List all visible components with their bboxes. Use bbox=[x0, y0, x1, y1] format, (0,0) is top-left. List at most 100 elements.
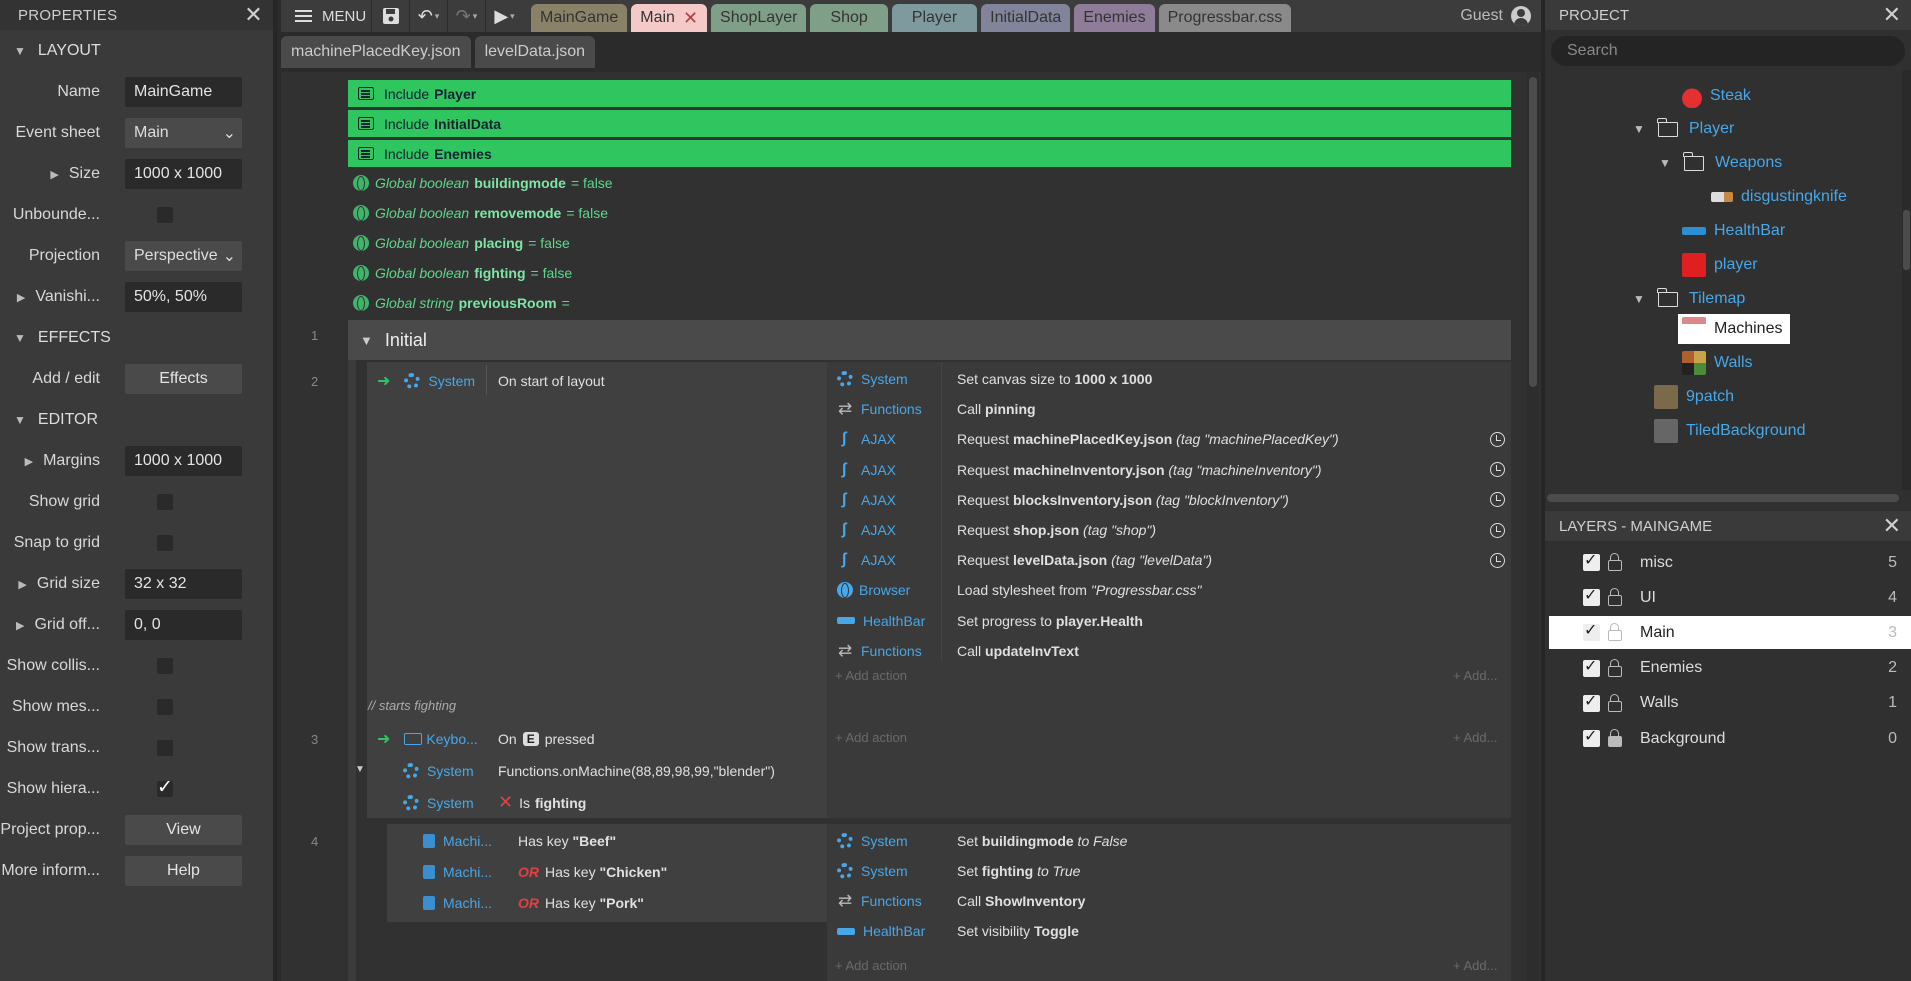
global-var-row[interactable]: Global boolean removemode = false bbox=[353, 201, 608, 225]
layer-row[interactable]: Main 3 bbox=[1549, 616, 1911, 650]
tree-hscrollbar[interactable] bbox=[1547, 494, 1899, 502]
section-editor[interactable]: ▼ EDITOR bbox=[0, 399, 273, 440]
tab-enemies[interactable]: Enemies bbox=[1074, 4, 1155, 32]
collapse-triangle-icon[interactable]: ▼ bbox=[360, 333, 373, 348]
tree-item-player[interactable]: player bbox=[1682, 250, 1758, 280]
tree-item-9patch[interactable]: 9patch bbox=[1654, 382, 1734, 412]
global-var-row[interactable]: Global boolean fighting = false bbox=[353, 261, 572, 285]
tree-item-walls[interactable]: Walls bbox=[1682, 348, 1753, 378]
expand-icon[interactable]: ▶ bbox=[25, 456, 33, 468]
action-row[interactable]: ⇄ Functions Call ShowInventory bbox=[827, 886, 1511, 916]
expand-triangle-icon[interactable]: ▼ bbox=[1633, 122, 1645, 136]
expand-icon[interactable]: ▶ bbox=[17, 292, 25, 304]
showgrid-checkbox[interactable] bbox=[157, 493, 173, 510]
section-layout[interactable]: ▼ LAYOUT bbox=[0, 30, 273, 71]
global-var-row[interactable]: Global boolean buildingmode = false bbox=[353, 171, 613, 195]
effects-button[interactable]: Effects bbox=[125, 363, 242, 394]
section-effects[interactable]: ▼ EFFECTS bbox=[0, 317, 273, 358]
tab-progressbar-css[interactable]: Progressbar.css bbox=[1158, 4, 1292, 32]
condition-row[interactable]: ➜ System bbox=[377, 366, 475, 395]
margins-field[interactable]: 1000 x 1000 bbox=[125, 445, 242, 476]
unbounded-checkbox[interactable] bbox=[157, 206, 173, 223]
layer-visible-checkbox[interactable] bbox=[1583, 550, 1600, 571]
showcollision-checkbox[interactable] bbox=[157, 657, 173, 674]
group-initial[interactable]: ▼ Initial bbox=[348, 320, 1511, 360]
undo-icon[interactable]: ↶ ▾ bbox=[409, 0, 447, 32]
global-var-row[interactable]: Global string previousRoom = bbox=[353, 291, 570, 315]
sheet-scrollbar[interactable] bbox=[1527, 72, 1539, 981]
tree-item-healthbar[interactable]: HealthBar bbox=[1682, 216, 1785, 246]
lock-icon[interactable] bbox=[1608, 693, 1622, 712]
tree-item-steak[interactable]: Steak bbox=[1682, 81, 1751, 111]
tab-initialdata[interactable]: InitialData bbox=[981, 4, 1071, 32]
showmesh-checkbox[interactable] bbox=[157, 698, 173, 715]
tab-maingame[interactable]: MainGame bbox=[531, 4, 628, 32]
include-row[interactable]: Include InitialData bbox=[348, 110, 1511, 137]
layer-row[interactable]: UI 4 bbox=[1549, 581, 1911, 614]
action-row[interactable]: System Set canvas size to 1000 x 1000 bbox=[827, 364, 1511, 394]
tab-main[interactable]: Main ✕ bbox=[631, 4, 708, 32]
tree-item-tiledbackground[interactable]: TiledBackground bbox=[1654, 416, 1805, 446]
close-icon[interactable]: ✕ bbox=[1883, 4, 1901, 26]
add-more-link[interactable]: + Add... bbox=[1453, 668, 1497, 683]
action-row[interactable]: ⇄ Functions Call updateInvText bbox=[827, 636, 1511, 666]
snap-checkbox[interactable] bbox=[157, 534, 173, 551]
size-field[interactable]: 1000 x 1000 bbox=[125, 158, 242, 189]
action-row[interactable]: HealthBar Set progress to player.Health bbox=[827, 606, 1511, 636]
action-row[interactable]: Browser Load stylesheet from "Progressbar… bbox=[827, 575, 1511, 605]
layer-visible-checkbox[interactable] bbox=[1583, 726, 1600, 747]
add-action-link[interactable]: + Add action bbox=[835, 958, 907, 973]
action-row[interactable]: ⇄ Functions Call pinning bbox=[827, 394, 1511, 424]
add-more-link[interactable]: + Add... bbox=[1453, 730, 1497, 745]
action-row[interactable]: ʃ AJAX Request machineInventory.json (tag … bbox=[827, 455, 1511, 485]
lock-icon[interactable] bbox=[1608, 588, 1622, 607]
action-row[interactable]: ʃ AJAX Request blocksInventory.json (tag "… bbox=[827, 485, 1511, 515]
action-row[interactable]: HealthBar Set visibility Toggle bbox=[827, 916, 1511, 946]
projection-select[interactable]: Perspective ⌄ bbox=[125, 240, 242, 271]
vanishing-field[interactable]: 50%, 50% bbox=[125, 281, 242, 312]
layer-row[interactable]: Walls 1 bbox=[1549, 687, 1911, 720]
tab-leveldata-json[interactable]: levelData.json bbox=[474, 36, 596, 68]
layer-row[interactable]: Background 0 bbox=[1549, 722, 1911, 755]
name-field[interactable]: MainGame bbox=[125, 76, 242, 107]
lock-icon[interactable] bbox=[1608, 729, 1622, 747]
lock-icon[interactable] bbox=[1608, 553, 1622, 571]
user-menu[interactable]: Guest bbox=[1460, 0, 1541, 32]
lock-icon[interactable] bbox=[1608, 658, 1622, 677]
layer-visible-checkbox[interactable] bbox=[1583, 656, 1600, 677]
condition-row[interactable]: System bbox=[403, 756, 474, 785]
tab-machineplacedkey-json[interactable]: machinePlacedKey.json bbox=[281, 36, 471, 68]
action-row[interactable]: ʃ AJAX Request levelData.json (tag "levelD… bbox=[827, 545, 1511, 575]
tree-item-player-folder[interactable]: ▼ Player bbox=[1633, 114, 1734, 144]
tab-shop[interactable]: Shop bbox=[810, 4, 888, 32]
showhierarchy-checkbox[interactable] bbox=[157, 776, 173, 799]
collapse-triangle-icon[interactable]: ▼ bbox=[355, 764, 365, 775]
expand-triangle-icon[interactable]: ▼ bbox=[1633, 292, 1645, 306]
global-var-row[interactable]: Global boolean placing = false bbox=[353, 231, 570, 255]
expand-icon[interactable]: ▶ bbox=[50, 169, 58, 181]
eventsheet-select[interactable]: Main ⌄ bbox=[125, 117, 242, 148]
action-row[interactable]: ʃ AJAX Request shop.json (tag "shop") bbox=[827, 515, 1511, 545]
layer-visible-checkbox[interactable] bbox=[1583, 585, 1600, 607]
play-icon[interactable]: ▶ ▾ bbox=[485, 0, 523, 32]
tree-item-tilemap-folder[interactable]: ▼ Tilemap bbox=[1633, 284, 1745, 314]
save-icon[interactable] bbox=[371, 0, 409, 32]
condition-row[interactable]: Machi... bbox=[423, 857, 492, 886]
action-row[interactable]: ʃ AJAX Request machinePlacedKey.json (tag … bbox=[827, 424, 1511, 454]
tree-item-machines[interactable]: Machines bbox=[1678, 314, 1791, 344]
view-button[interactable]: View bbox=[125, 814, 242, 845]
expand-icon[interactable]: ▶ bbox=[16, 620, 24, 632]
condition-row[interactable]: Machi... bbox=[423, 888, 492, 917]
gridsize-field[interactable]: 32 x 32 bbox=[125, 568, 242, 599]
layer-visible-checkbox[interactable] bbox=[1583, 620, 1600, 642]
showtranslucent-checkbox[interactable] bbox=[157, 739, 173, 756]
add-more-link[interactable]: + Add... bbox=[1453, 958, 1497, 973]
action-row[interactable]: System Set buildingmode to False bbox=[827, 826, 1511, 856]
expand-triangle-icon[interactable]: ▼ bbox=[1659, 156, 1671, 170]
layer-row[interactable]: misc 5 bbox=[1549, 546, 1911, 579]
layer-row[interactable]: Enemies 2 bbox=[1549, 652, 1911, 685]
layer-visible-checkbox[interactable] bbox=[1583, 691, 1600, 712]
tree-item-disgustingknife[interactable]: disgustingknife bbox=[1711, 182, 1847, 212]
close-icon[interactable]: ✕ bbox=[244, 4, 263, 26]
menu-button[interactable]: MENU bbox=[281, 0, 371, 32]
